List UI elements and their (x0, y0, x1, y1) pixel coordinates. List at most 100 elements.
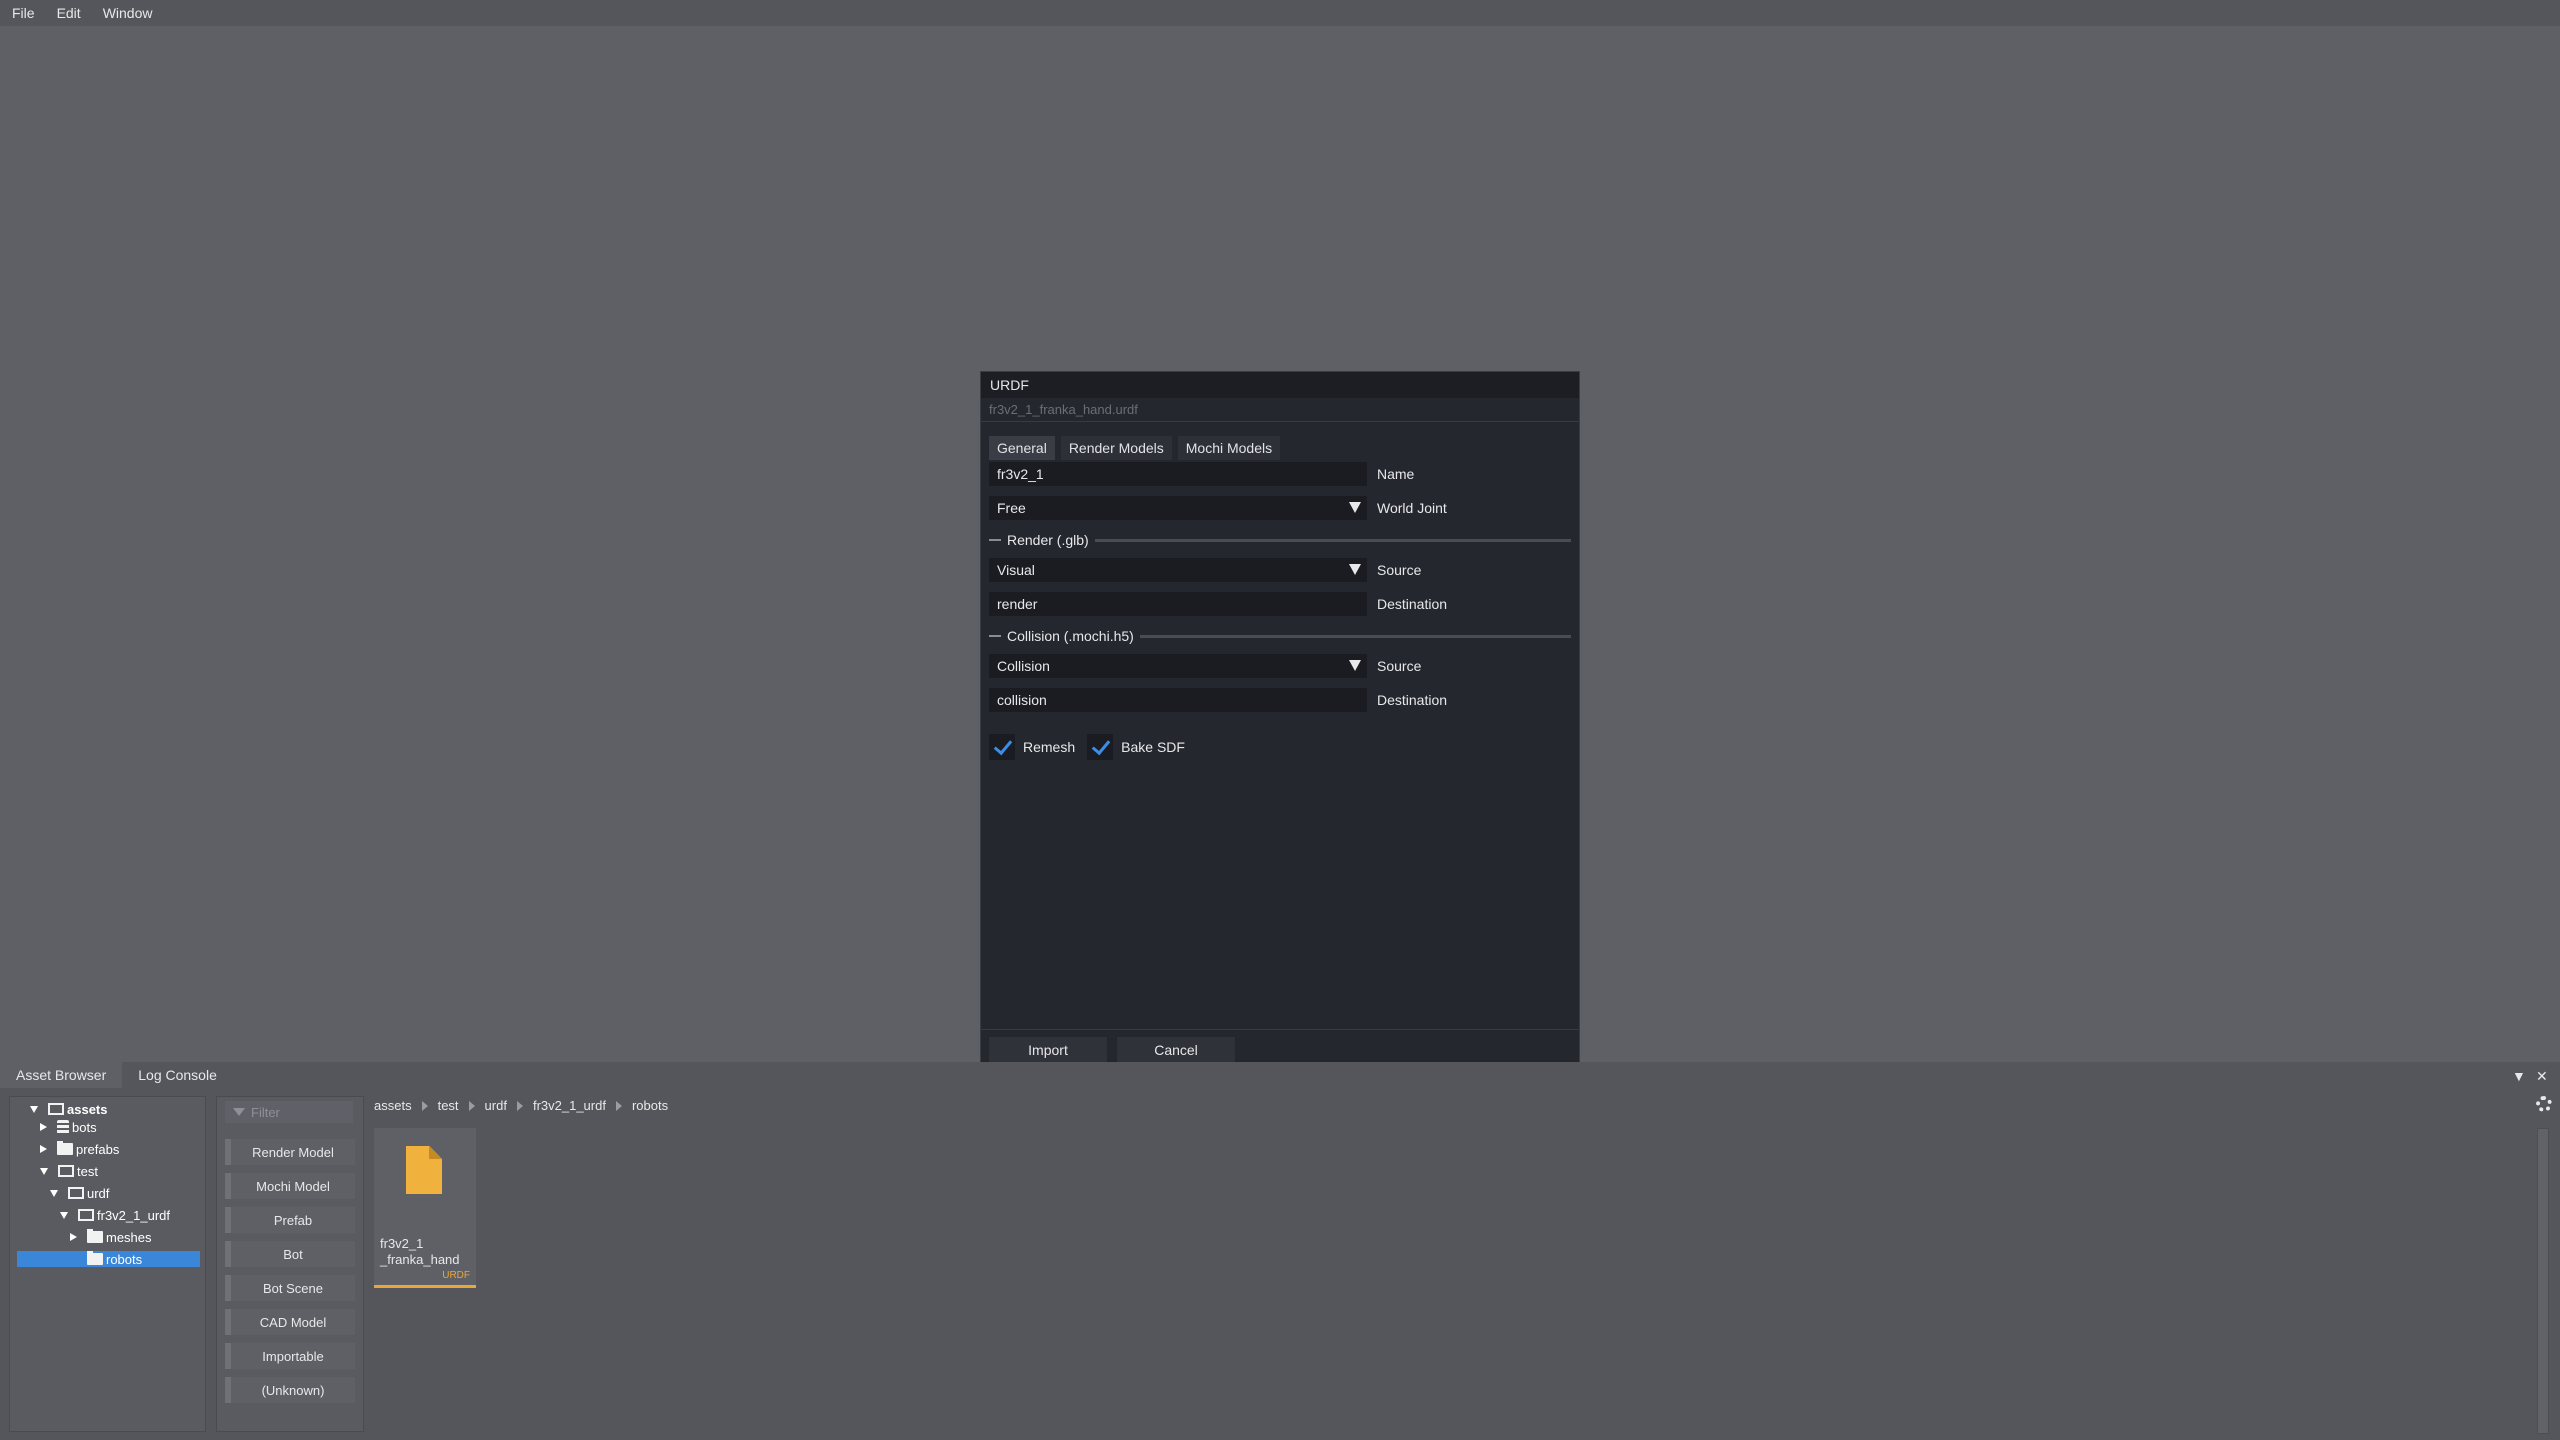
tree-node-label: fr3v2_1_urdf (97, 1207, 170, 1223)
tree-node-label: urdf (87, 1185, 110, 1201)
tab-render-models[interactable]: Render Models (1060, 436, 1172, 460)
collision-source-label: Source (1377, 658, 1422, 674)
collapse-arrow-icon[interactable] (70, 1233, 77, 1241)
type-prefab-button[interactable]: Prefab (225, 1207, 355, 1233)
breadcrumb-separator-icon (421, 1100, 428, 1111)
render-section-header: Render (.glb) (989, 531, 1571, 549)
breadcrumb-urdf[interactable]: urdf (485, 1098, 507, 1113)
menu-bar: File Edit Window (0, 0, 2560, 26)
remesh-label: Remesh (1023, 739, 1076, 755)
type-bot-scene-button[interactable]: Bot Scene (225, 1275, 355, 1301)
tab-mochi-models[interactable]: Mochi Models (1177, 436, 1281, 460)
tree-node-label: test (77, 1163, 98, 1179)
folder-open-icon (78, 1209, 94, 1221)
urdf-import-dialog: URDF fr3v2_1_franka_hand.urdf General Re… (980, 371, 1580, 1070)
world-joint-label: World Joint (1377, 500, 1447, 516)
asset-name: fr3v2_1 _franka_hand (380, 1236, 460, 1267)
render-destination-label: Destination (1377, 596, 1448, 612)
vertical-scrollbar[interactable] (2537, 1128, 2549, 1434)
collapse-arrow-icon[interactable] (40, 1145, 47, 1153)
expand-arrow-icon[interactable] (60, 1211, 68, 1219)
bake-sdf-label: Bake SDF (1121, 739, 1185, 755)
name-input[interactable]: fr3v2_1 (989, 462, 1367, 486)
tab-asset-browser[interactable]: Asset Browser (0, 1062, 123, 1088)
render-destination-input[interactable]: render (989, 592, 1367, 616)
type-render-model-button[interactable]: Render Model (225, 1139, 355, 1165)
folder-icon (87, 1251, 103, 1265)
world-joint-row: Free World Joint (989, 496, 1569, 520)
dialog-subtitle: fr3v2_1_franka_hand.urdf (981, 398, 1579, 422)
render-source-value: Visual (997, 562, 1035, 578)
filter-input[interactable]: Filter (225, 1101, 353, 1123)
remesh-checkbox[interactable] (989, 734, 1015, 760)
render-source-row: Visual Source (989, 558, 1569, 582)
tree-node-urdf[interactable]: urdf (50, 1185, 109, 1201)
expand-arrow-icon[interactable] (40, 1167, 48, 1175)
dialog-title: URDF (981, 372, 1579, 398)
tree-node-label: prefabs (76, 1141, 120, 1157)
breadcrumb-test[interactable]: test (438, 1098, 459, 1113)
bake-sdf-checkbox[interactable] (1087, 734, 1114, 760)
tab-general[interactable]: General (989, 436, 1055, 460)
type-cad-model-button[interactable]: CAD Model (225, 1309, 355, 1335)
tree-node-meshes[interactable]: meshes (70, 1229, 152, 1245)
dropdown-arrow-icon (1349, 564, 1361, 575)
collapse-arrow-icon[interactable] (40, 1123, 47, 1131)
world-joint-select[interactable]: Free (989, 496, 1367, 520)
breadcrumb-robots[interactable]: robots (632, 1098, 668, 1113)
type-unknown-button[interactable]: (Unknown) (225, 1377, 355, 1403)
collision-destination-label: Destination (1377, 692, 1448, 708)
panel-menu-icon[interactable]: ▼ (2512, 1068, 2526, 1084)
render-source-select[interactable]: Visual (989, 558, 1367, 582)
folder-open-icon (48, 1103, 64, 1115)
breadcrumb-separator-icon (468, 1100, 475, 1111)
collision-section-header: Collision (.mochi.h5) (989, 627, 1571, 645)
collision-destination-input[interactable]: collision (989, 688, 1367, 712)
cancel-button[interactable]: Cancel (1117, 1036, 1235, 1063)
tree-node-bots[interactable]: bots (40, 1119, 97, 1135)
breadcrumb-separator-icon (516, 1100, 523, 1111)
asset-type-filter-panel: Filter Render Model Mochi Model Prefab B… (216, 1096, 364, 1432)
tree-node-prefabs[interactable]: prefabs (40, 1141, 119, 1157)
render-source-label: Source (1377, 562, 1422, 578)
breadcrumb-assets[interactable]: assets (374, 1098, 412, 1113)
file-icon (406, 1146, 442, 1194)
gear-icon[interactable] (2536, 1096, 2552, 1112)
bottom-panel: Asset Browser Log Console ▼ ✕ assets bot… (0, 1062, 2560, 1440)
options-row: Remesh Bake SDF (989, 734, 1197, 760)
breadcrumb-separator-icon (615, 1100, 622, 1111)
collision-section-title: Collision (.mochi.h5) (1007, 628, 1134, 644)
dropdown-arrow-icon (1349, 660, 1361, 671)
import-button[interactable]: Import (989, 1036, 1107, 1063)
tree-node-test[interactable]: test (40, 1163, 98, 1179)
tree-node-label: bots (72, 1119, 97, 1135)
tree-node-label: assets (67, 1101, 108, 1117)
world-joint-value: Free (997, 500, 1026, 516)
name-label: Name (1377, 466, 1415, 482)
asset-tile[interactable]: fr3v2_1 _franka_hand URDF (374, 1128, 476, 1288)
tab-log-console[interactable]: Log Console (122, 1062, 233, 1088)
render-section-title: Render (.glb) (1007, 532, 1089, 548)
type-bot-button[interactable]: Bot (225, 1241, 355, 1267)
filter-placeholder: Filter (251, 1104, 280, 1120)
name-row: fr3v2_1 Name (989, 462, 1569, 486)
folder-icon (87, 1229, 103, 1243)
type-importable-button[interactable]: Importable (225, 1343, 355, 1369)
breadcrumb: assets test urdf fr3v2_1_urdf robots (374, 1098, 668, 1113)
expand-arrow-icon[interactable] (50, 1189, 58, 1197)
tree-node-label: robots (106, 1251, 143, 1267)
menu-window[interactable]: Window (103, 5, 153, 21)
database-icon (57, 1120, 69, 1134)
tree-node-fr3v2-1-urdf[interactable]: fr3v2_1_urdf (60, 1207, 170, 1223)
folder-open-icon (58, 1165, 74, 1177)
tree-node-assets[interactable]: assets (30, 1101, 107, 1117)
tree-node-robots[interactable]: robots (17, 1251, 200, 1267)
breadcrumb-fr3v2-1-urdf[interactable]: fr3v2_1_urdf (533, 1098, 606, 1113)
menu-edit[interactable]: Edit (57, 5, 81, 21)
close-icon[interactable]: ✕ (2536, 1068, 2548, 1085)
type-mochi-model-button[interactable]: Mochi Model (225, 1173, 355, 1199)
render-dest-row: render Destination (989, 592, 1569, 616)
menu-file[interactable]: File (12, 5, 35, 21)
collision-source-select[interactable]: Collision (989, 654, 1367, 678)
expand-arrow-icon[interactable] (30, 1105, 38, 1113)
